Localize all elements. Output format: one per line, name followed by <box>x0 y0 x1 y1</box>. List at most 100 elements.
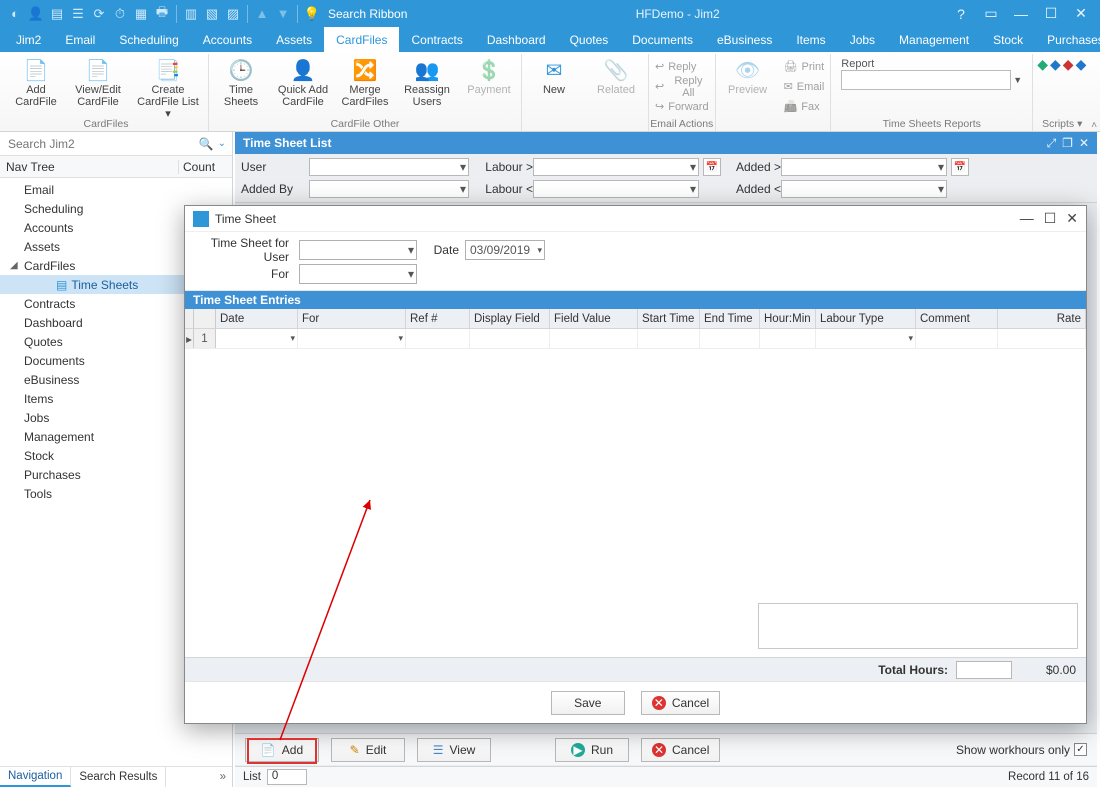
col-labour-type[interactable]: Labour Type <box>816 309 916 328</box>
cell-date[interactable]: ▾ <box>216 329 298 348</box>
chevron-right-icon[interactable]: » <box>214 771 232 783</box>
chevron-down-icon[interactable]: ⌄ <box>218 138 226 149</box>
tab-navigation[interactable]: Navigation <box>0 767 71 787</box>
qat-icon[interactable]: ▥ <box>182 5 200 23</box>
menu-quotes[interactable]: Quotes <box>558 27 621 52</box>
maximize-button[interactable]: ☐ <box>1044 210 1057 227</box>
payment-button[interactable]: 💲Payment <box>461 56 517 98</box>
edit-button[interactable]: ✎Edit <box>331 738 405 762</box>
search-input[interactable] <box>6 136 199 152</box>
cell-for[interactable]: ▾ <box>298 329 406 348</box>
qat-icon[interactable]: 👤 <box>27 5 45 23</box>
col-start-time[interactable]: Start Time <box>638 309 700 328</box>
fax-button[interactable]: 📠Fax <box>782 98 827 116</box>
col-date[interactable]: Date <box>216 309 298 328</box>
menu-email[interactable]: Email <box>53 27 107 52</box>
menu-management[interactable]: Management <box>887 27 981 52</box>
qat-icon[interactable]: ▧ <box>203 5 221 23</box>
reassign-users-button[interactable]: 👥Reassign Users <box>399 56 455 110</box>
menu-ebusiness[interactable]: eBusiness <box>705 27 784 52</box>
script-icon[interactable]: ◆ <box>1076 56 1087 73</box>
menu-items[interactable]: Items <box>784 27 837 52</box>
qat-icon[interactable]: 🖶 <box>153 5 171 23</box>
col-ref[interactable]: Ref # <box>406 309 470 328</box>
user-dropdown[interactable]: ▾ <box>309 158 469 176</box>
qat-icon[interactable]: ▤ <box>48 5 66 23</box>
col-field-value[interactable]: Field Value <box>550 309 638 328</box>
save-button[interactable]: Save <box>551 691 625 715</box>
reply-button[interactable]: ↩Reply <box>653 58 711 76</box>
added-gt-dropdown[interactable]: ▾ <box>781 158 947 176</box>
menu-jim2[interactable]: Jim2 <box>4 27 53 52</box>
cancel-button[interactable]: ✕Cancel <box>641 738 720 762</box>
qat-icon[interactable]: ☰ <box>69 5 87 23</box>
date-field[interactable]: 03/09/2019▾ <box>465 240 545 260</box>
cell-comment[interactable] <box>916 329 998 348</box>
help-icon[interactable]: ? <box>948 4 974 24</box>
reply-all-button[interactable]: ↩Reply All <box>653 78 711 96</box>
cell-start-time[interactable] <box>638 329 700 348</box>
script-icon[interactable]: ◆ <box>1063 56 1074 73</box>
menu-scheduling[interactable]: Scheduling <box>107 27 190 52</box>
qat-icon[interactable]: ▦ <box>132 5 150 23</box>
qat-icon[interactable]: ⟳ <box>90 5 108 23</box>
calendar-icon[interactable]: 📅 <box>703 158 721 176</box>
close-button[interactable]: ✕ <box>1066 210 1078 227</box>
addedby-dropdown[interactable]: ▾ <box>309 180 469 198</box>
col-comment[interactable]: Comment <box>916 309 998 328</box>
qat-icon[interactable]: ▲ <box>253 5 271 23</box>
cell-labour-type[interactable]: ▾ <box>816 329 916 348</box>
menu-cardfiles[interactable]: CardFiles <box>324 27 399 52</box>
cell-end-time[interactable] <box>700 329 760 348</box>
menu-documents[interactable]: Documents <box>620 27 705 52</box>
minimize-button[interactable]: — <box>1020 210 1034 227</box>
time-sheets-button[interactable]: 🕒Time Sheets <box>213 56 269 110</box>
cell-hour-min[interactable] <box>760 329 816 348</box>
tree-item-email[interactable]: Email <box>0 180 232 199</box>
grid-row[interactable]: ▸ 1 ▾ ▾ ▾ <box>185 329 1086 349</box>
view-button[interactable]: ☰View <box>417 738 491 762</box>
restore-icon[interactable]: ❐ <box>1062 136 1073 151</box>
col-end-time[interactable]: End Time <box>700 309 760 328</box>
close-button[interactable]: ✕ <box>1068 4 1094 24</box>
col-hour-min[interactable]: Hour:Min <box>760 309 816 328</box>
script-icon[interactable]: ◆ <box>1050 56 1061 73</box>
menu-stock[interactable]: Stock <box>981 27 1035 52</box>
search-icon[interactable]: 🔍 <box>199 137 214 151</box>
minimize-button[interactable]: — <box>1008 4 1034 24</box>
menu-purchases[interactable]: Purchases <box>1035 27 1100 52</box>
user-dropdown[interactable]: ▾ <box>299 240 417 260</box>
qat-icon[interactable]: ▼ <box>274 5 292 23</box>
script-icon[interactable]: ◆ <box>1037 56 1048 73</box>
col-display-field[interactable]: Display Field <box>470 309 550 328</box>
menu-jobs[interactable]: Jobs <box>838 27 887 52</box>
cell-rate[interactable] <box>998 329 1086 348</box>
cell-field-value[interactable] <box>550 329 638 348</box>
search-box[interactable]: 🔍 ⌄ <box>0 132 232 156</box>
expand-icon[interactable]: ◢ <box>10 260 18 271</box>
labour-lt-dropdown[interactable]: ▾ <box>533 180 699 198</box>
tab-search-results[interactable]: Search Results <box>71 767 166 787</box>
add-cardfile-button[interactable]: 📄Add CardFile <box>8 56 64 110</box>
menu-contracts[interactable]: Contracts <box>399 27 474 52</box>
menu-assets[interactable]: Assets <box>264 27 324 52</box>
pin-icon[interactable]: ⤢ <box>1047 136 1057 151</box>
cell-display-field[interactable] <box>470 329 550 348</box>
checkbox-icon[interactable]: ✓ <box>1074 743 1087 756</box>
col-for[interactable]: For <box>298 309 406 328</box>
view-edit-cardfile-button[interactable]: 📄View/Edit CardFile <box>70 56 126 110</box>
report-dropdown[interactable] <box>841 70 1011 90</box>
cancel-button[interactable]: ✕Cancel <box>641 691 720 715</box>
preview-button[interactable]: 👁Preview <box>720 56 776 98</box>
merge-cardfiles-button[interactable]: 🔀Merge CardFiles <box>337 56 393 110</box>
ribbon-collapse-icon[interactable]: ˄ <box>1091 54 1097 131</box>
qat-icon[interactable]: ⏱ <box>111 5 129 23</box>
close-panel-icon[interactable]: ✕ <box>1079 136 1089 151</box>
cell-ref[interactable] <box>406 329 470 348</box>
maximize-button[interactable]: ☐ <box>1038 4 1064 24</box>
ribbon-toggle-icon[interactable]: ▭ <box>978 4 1004 24</box>
labour-gt-dropdown[interactable]: ▾ <box>533 158 699 176</box>
for-dropdown[interactable]: ▾ <box>299 264 417 284</box>
note-box[interactable] <box>758 603 1078 649</box>
col-rate[interactable]: Rate <box>998 309 1086 328</box>
